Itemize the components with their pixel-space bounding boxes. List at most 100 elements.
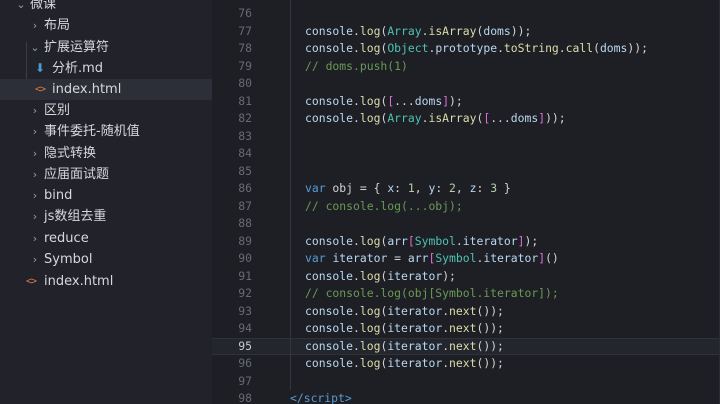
code-line[interactable]: 89 console.log(arr[Symbol.iterator]); [212,233,720,251]
code-token: . [442,338,450,353]
code-token: iterator [462,233,518,248]
line-number: 92 [238,286,252,300]
code-line[interactable]: 92 // console.log(obj[Symbol.iterator]); [212,285,720,303]
code-line[interactable]: 87 // console.log(...obj); [212,198,720,216]
code-text: console.log(iterator.next()); [305,338,504,356]
code-line[interactable]: 79 // doms.push(1) [212,58,720,76]
line-number: 79 [238,58,252,73]
explorer-item-label: reduce [44,231,89,246]
explorer-item-label: 布局 [44,18,71,33]
code-line[interactable]: 91 console.log(iterator); [212,268,720,286]
chevron-right-icon: › [32,147,38,160]
code-token: next [449,356,477,370]
explorer-item-label: 扩展运算符 [44,40,110,55]
code-line[interactable]: 85 [212,163,720,181]
code-token: () [545,251,559,265]
explorer-item[interactable]: › 事件委托-随机值 [0,121,212,142]
code-line[interactable]: 97 [212,373,720,391]
code-token: ... [490,111,511,125]
code-token: ()); [476,356,504,370]
explorer-item-label: index.html [44,274,114,289]
code-token: iterator [387,338,443,353]
code-token: log [359,93,381,108]
line-number: 95 [238,338,252,353]
code-token: ... [394,93,415,108]
explorer-item[interactable]: › 布局 [0,15,212,36]
code-token: , [414,181,429,195]
code-line[interactable]: 98 </script> [212,390,720,404]
explorer-item[interactable]: › 隐式转换 [0,143,212,164]
line-number: 97 [238,373,252,388]
line-number: 88 [238,216,252,230]
code-token: , [455,181,470,195]
code-token: script [303,391,345,404]
code-token: isArray [428,23,477,38]
code-token: ); [449,93,463,108]
code-token: } [497,181,511,195]
explorer-item[interactable]: ⌄ 微课 [0,0,212,15]
code-line[interactable]: 95 console.log(iterator.next()); [212,337,720,356]
code-token: )); [627,41,648,55]
code-token: iterator [387,356,443,370]
explorer-item[interactable]: › Symbol [0,249,212,270]
code-token: console [305,233,354,248]
line-number: 87 [238,198,252,213]
code-text: console.log(arr[Symbol.iterator]); [305,233,538,251]
line-number: 89 [238,233,252,248]
explorer-item[interactable]: ⌄ 扩展运算符 [0,37,212,58]
code-token: )); [545,111,566,125]
explorer-item[interactable]: › 应届面试题 [0,164,212,185]
code-line[interactable]: 88 [212,215,720,233]
code-text: // console.log(...obj); [305,198,463,216]
code-text: console.log([...doms]); [305,93,463,111]
explorer-item[interactable]: <> index.html [0,271,212,292]
code-token: next [449,338,477,353]
code-line[interactable]: 84 [212,145,720,163]
code-token: ()); [476,338,504,353]
code-line[interactable]: 93 console.log(iterator.next()); [212,303,720,321]
code-token: iterator [332,251,388,265]
line-number: 85 [238,163,252,178]
code-line[interactable]: 86 var obj = { x: 1, y: 2, z: 3 } [212,180,720,198]
code-token: doms [414,93,443,108]
code-line[interactable]: 77 console.log(Array.isArray(doms)); [212,23,720,41]
code-line[interactable]: 94 console.log(iterator.next()); [212,320,720,338]
code-token: next [449,321,477,335]
code-token: : [476,181,491,195]
explorer-item-label: Symbol [44,252,93,267]
code-token: doms [599,41,628,55]
code-text: console.log(iterator.next()); [305,355,504,373]
code-line[interactable]: 76 [212,5,720,23]
code-line[interactable]: 80 [212,75,720,93]
code-token: )); [510,23,532,38]
code-line[interactable]: 96 console.log(iterator.next()); [212,355,720,373]
explorer-item[interactable]: › js数组去重 [0,206,212,227]
code-token: isArray [428,111,477,125]
code-token: // console.log(obj[Symbol.iterator]); [305,286,559,300]
code-token: console [305,93,354,108]
explorer-item-label: 应届面试题 [44,167,110,182]
explorer-item[interactable]: › reduce [0,228,212,249]
chevron-right-icon: › [32,210,38,223]
explorer-item-label: bind [44,188,73,203]
code-token: </ [290,391,304,404]
code-editor[interactable]: 98 </script> 97 96 console.log(iterator.next… [212,0,720,404]
chevron-right-icon: › [32,104,38,117]
chevron-right-icon: › [32,189,38,202]
line-number: 94 [238,321,252,335]
explorer-item[interactable]: <> index.html [0,79,212,100]
code-token: // doms.push(1) [305,58,408,73]
explorer-item[interactable]: › bind [0,185,212,206]
code-line[interactable]: 82 console.log(Array.isArray([...doms])); [212,110,720,128]
code-token: = [387,251,408,265]
code-token: iterator [387,321,443,335]
explorer-item[interactable]: › 区别 [0,100,212,121]
code-line[interactable]: 81 console.log([...doms]); [212,93,720,111]
code-token: arr [387,233,408,248]
code-token: obj = { [325,181,388,195]
code-line[interactable]: 83 [212,128,720,146]
explorer-item[interactable]: ⬇ 分析.md [0,58,212,79]
code-line[interactable]: 78 console.log(Object.prototype.toString.… [212,40,720,58]
code-line[interactable]: 90 var iterator = arr[Symbol.iterator]() [212,250,720,268]
explorer-item-label: 隐式转换 [44,146,97,161]
